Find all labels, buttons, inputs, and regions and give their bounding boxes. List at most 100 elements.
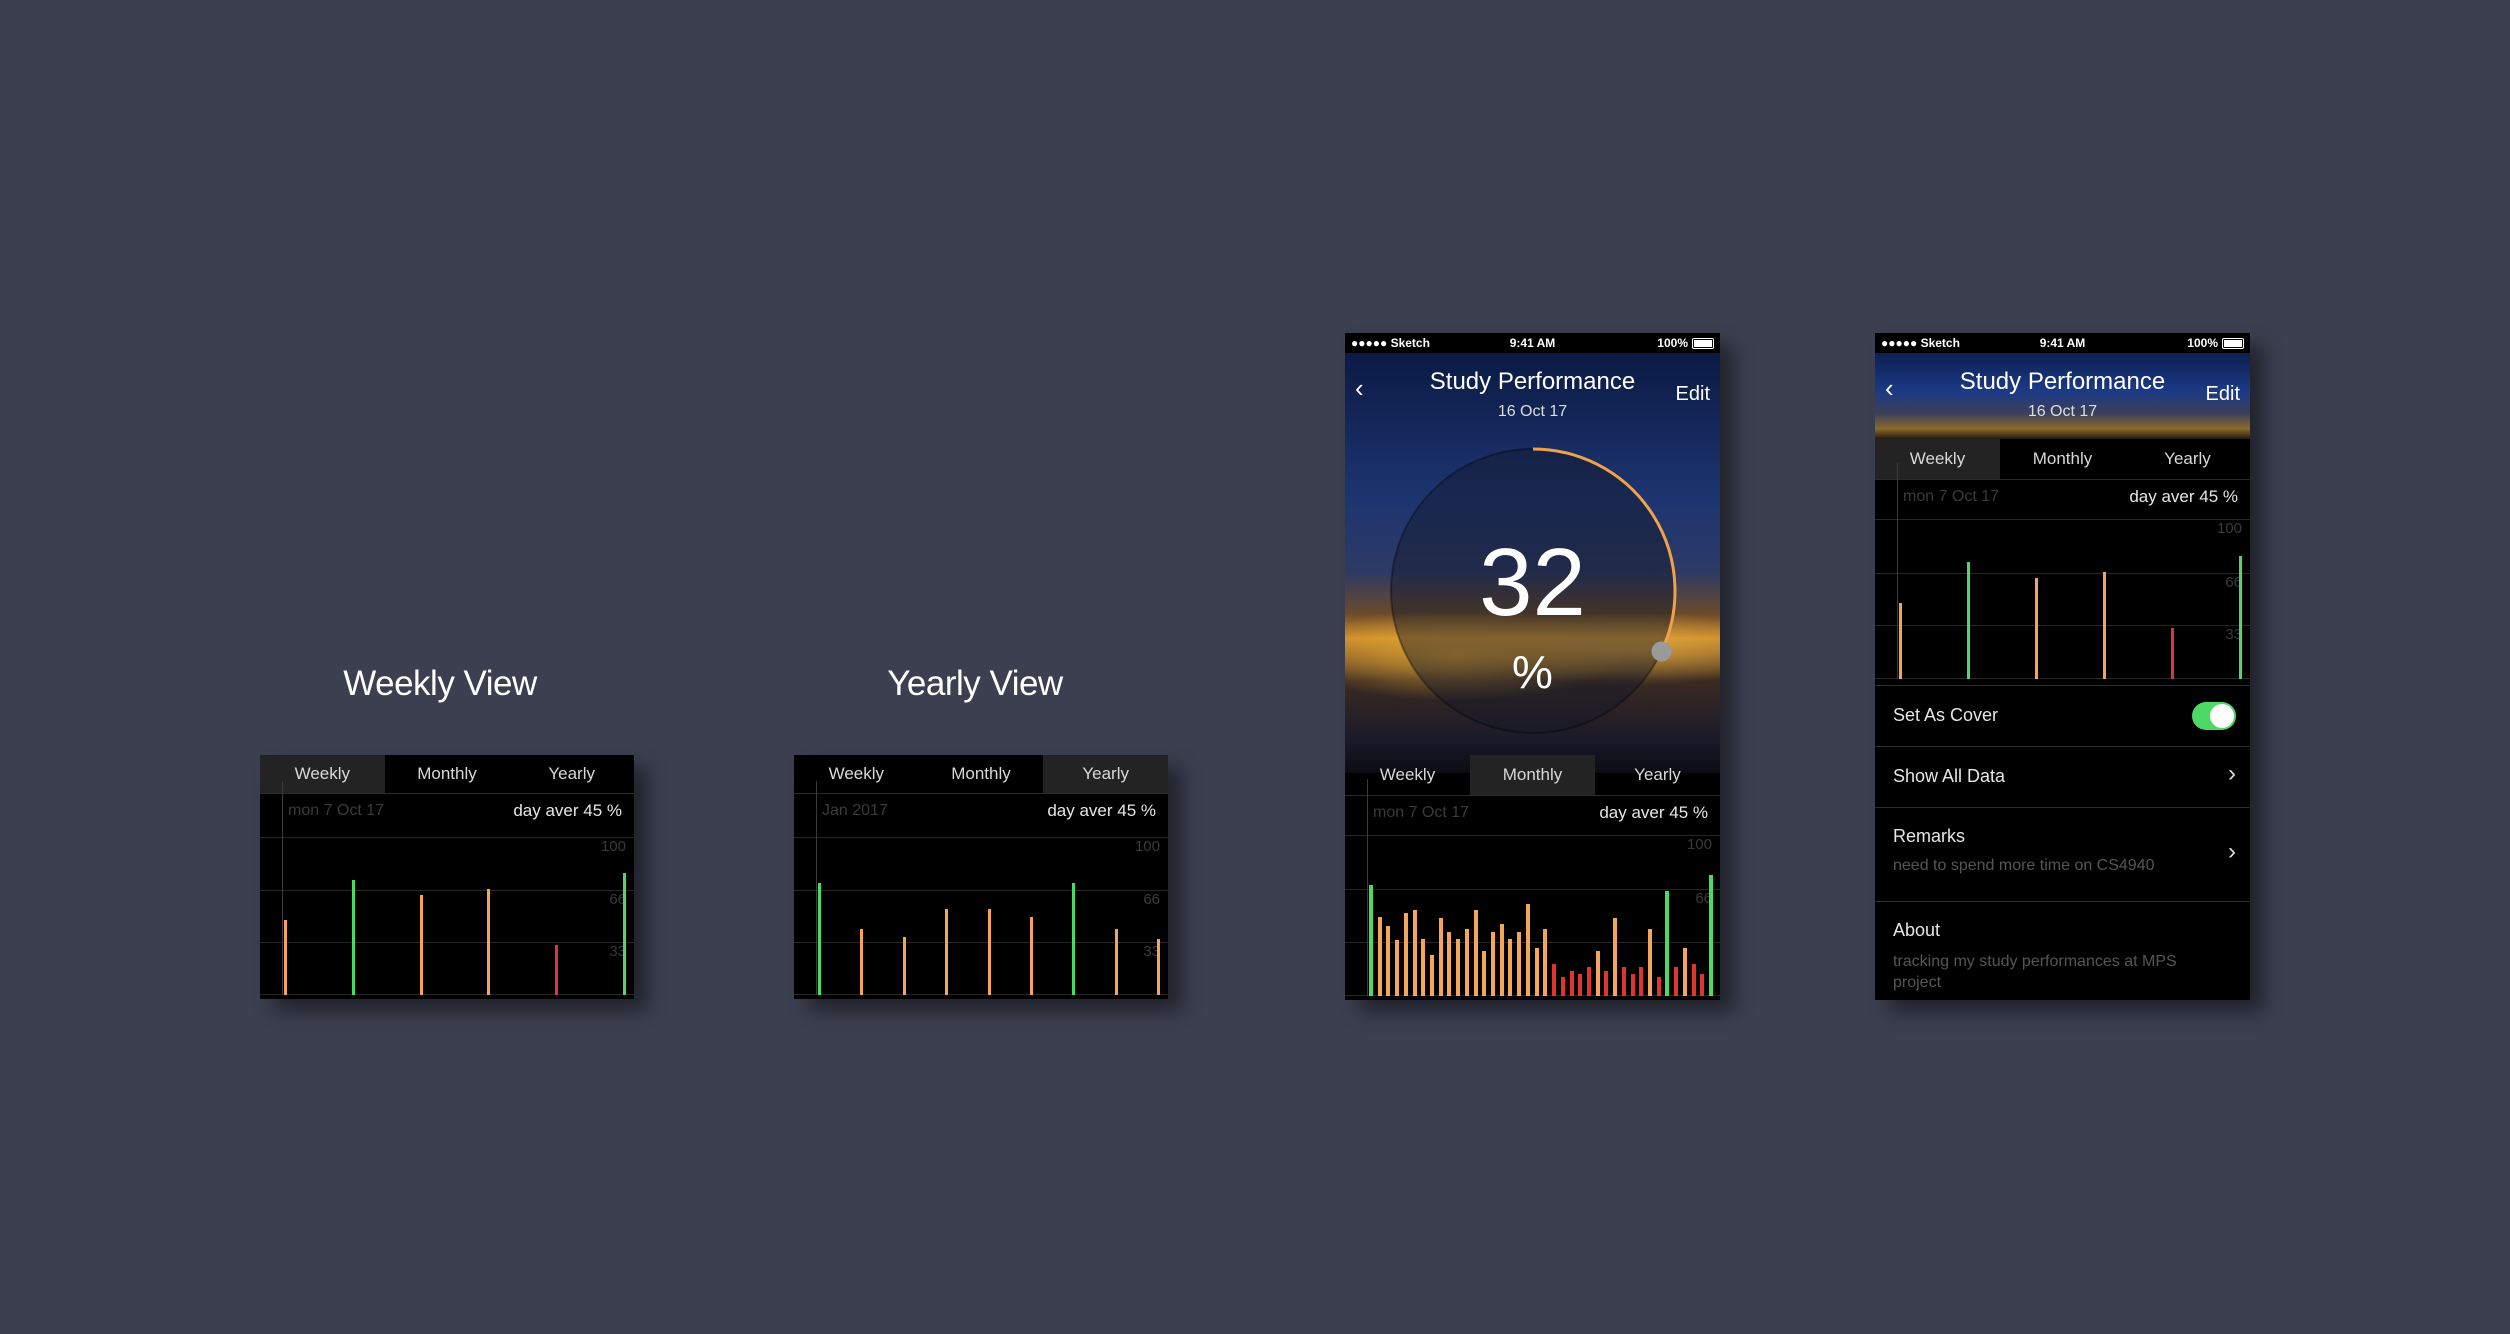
grid-label: 100 xyxy=(1134,838,1160,855)
show-all-data-label: Show All Data xyxy=(1893,766,2006,786)
chart-bar xyxy=(1114,929,1118,995)
grid-line xyxy=(260,890,634,892)
grid-label: 100 xyxy=(2216,520,2242,537)
chart-bar xyxy=(1543,929,1548,996)
remarks-title: Remarks xyxy=(1893,826,1966,846)
tab-weekly[interactable]: Weekly xyxy=(1345,755,1470,795)
chart-bar xyxy=(1639,967,1644,996)
chart-bar xyxy=(2171,628,2174,679)
chart-bar xyxy=(1029,917,1033,995)
tab-yearly[interactable]: Yearly xyxy=(1595,755,1720,795)
tab-weekly[interactable]: Weekly xyxy=(794,755,919,793)
chart-date-label: mon 7 Oct 17 xyxy=(1903,488,2000,505)
tab-monthly[interactable]: Monthly xyxy=(919,755,1044,793)
chart-bar xyxy=(1421,938,1426,996)
tab-weekly[interactable]: Weekly xyxy=(260,755,385,793)
chart-average-label: day aver 45 % xyxy=(513,801,622,820)
chart-bar xyxy=(1709,875,1713,996)
grid-line xyxy=(1345,941,1720,943)
chart-bar xyxy=(1499,924,1504,996)
set-as-cover-toggle[interactable] xyxy=(2192,702,2236,730)
segmented-control: Weekly Monthly Yearly xyxy=(794,755,1168,794)
battery-label: 100% xyxy=(1657,336,1688,350)
chart-bar xyxy=(1517,932,1522,996)
chart-bar xyxy=(1700,973,1705,996)
set-as-cover-row: Set As Cover xyxy=(1875,685,2250,747)
chart-date-label: mon 7 Oct 17 xyxy=(1373,804,1470,821)
chart-bar xyxy=(1456,938,1461,996)
chart-bar xyxy=(1386,926,1391,996)
baseline xyxy=(794,994,1168,995)
tab-monthly[interactable]: Monthly xyxy=(385,755,510,793)
chart-bar xyxy=(1621,967,1626,996)
chart-bar xyxy=(1691,964,1696,996)
remarks-text: need to spend more time on CS4940 xyxy=(1893,857,2155,874)
yearly-view-caption: Yearly View xyxy=(887,664,1063,703)
percent-value: 32 xyxy=(1479,529,1586,636)
chart-bar xyxy=(1072,882,1076,995)
chart-bar xyxy=(1552,964,1557,996)
chart-bar xyxy=(1578,973,1583,996)
page-date: 16 Oct 17 xyxy=(2027,403,2098,420)
chart-bar xyxy=(860,929,864,995)
chart-bar xyxy=(351,879,355,995)
chart-bar xyxy=(2103,571,2106,679)
grid-label: 66 xyxy=(1143,891,1160,909)
chart-bar xyxy=(1967,562,1970,679)
tab-yearly[interactable]: Yearly xyxy=(509,755,634,793)
chart-bar xyxy=(1647,929,1652,996)
remarks-row[interactable]: Remarks need to spend more time on CS494… xyxy=(1875,808,2250,902)
chart-bar xyxy=(1630,973,1635,996)
chart-bar xyxy=(284,920,287,995)
tab-yearly[interactable]: Yearly xyxy=(1043,755,1168,793)
chart-bar xyxy=(1430,954,1435,996)
bar-chart: 100 66 33 xyxy=(794,781,1168,995)
bar-chart: 100 66 33 xyxy=(1875,463,2250,679)
chart-bar xyxy=(1491,932,1496,996)
chart-bar xyxy=(1438,918,1443,996)
chevron-right-icon: › xyxy=(2228,838,2236,865)
chart-bar xyxy=(1447,932,1452,996)
grid-line xyxy=(260,837,634,838)
grid-label: 100 xyxy=(1686,836,1712,853)
chart-bar xyxy=(1403,913,1408,996)
chart-bar xyxy=(487,888,491,995)
about-title: About xyxy=(1893,920,1941,940)
grid-line xyxy=(794,837,1168,838)
grid-label: 100 xyxy=(600,838,626,855)
chart-bar xyxy=(1674,967,1679,996)
chart-average-label: day aver 45 % xyxy=(2129,487,2238,506)
tab-yearly[interactable]: Yearly xyxy=(2125,439,2250,479)
chart-average-label: day aver 45 % xyxy=(1599,803,1708,822)
grid-line xyxy=(1345,889,1720,891)
chart-bar xyxy=(1369,884,1373,996)
set-as-cover-label: Set As Cover xyxy=(1893,705,1999,725)
grid-line xyxy=(794,890,1168,892)
chart-bar xyxy=(1508,938,1513,996)
show-all-data-row[interactable]: Show All Data › xyxy=(1875,746,2250,808)
chart-date-label: mon 7 Oct 17 xyxy=(288,802,385,819)
battery-icon xyxy=(2222,337,2244,349)
grid-line xyxy=(1875,519,2250,520)
chart-bar xyxy=(1560,976,1565,996)
chart-bar xyxy=(818,882,821,995)
chart-bar xyxy=(2239,555,2242,679)
chart-bar xyxy=(1534,948,1539,996)
grid-line xyxy=(260,941,634,943)
edit-button[interactable]: Edit xyxy=(2206,383,2240,406)
tab-monthly[interactable]: Monthly xyxy=(2000,439,2125,479)
chart-bar xyxy=(1613,918,1618,996)
baseline xyxy=(1345,995,1720,996)
chart-bar xyxy=(1586,967,1591,996)
y-axis-line xyxy=(1897,463,1898,679)
chart-bar xyxy=(1157,938,1160,995)
battery-icon xyxy=(1692,337,1714,349)
tab-monthly[interactable]: Monthly xyxy=(1470,755,1595,795)
grid-line xyxy=(1875,572,2250,574)
chart-bar xyxy=(2035,577,2038,679)
tab-weekly[interactable]: Weekly xyxy=(1875,439,2000,479)
percent-sign: % xyxy=(1512,646,1553,698)
chart-bar xyxy=(1595,951,1600,996)
segmented-control: Weekly Monthly Yearly xyxy=(1875,439,2250,480)
bar-chart: 100 66 xyxy=(1345,779,1720,996)
